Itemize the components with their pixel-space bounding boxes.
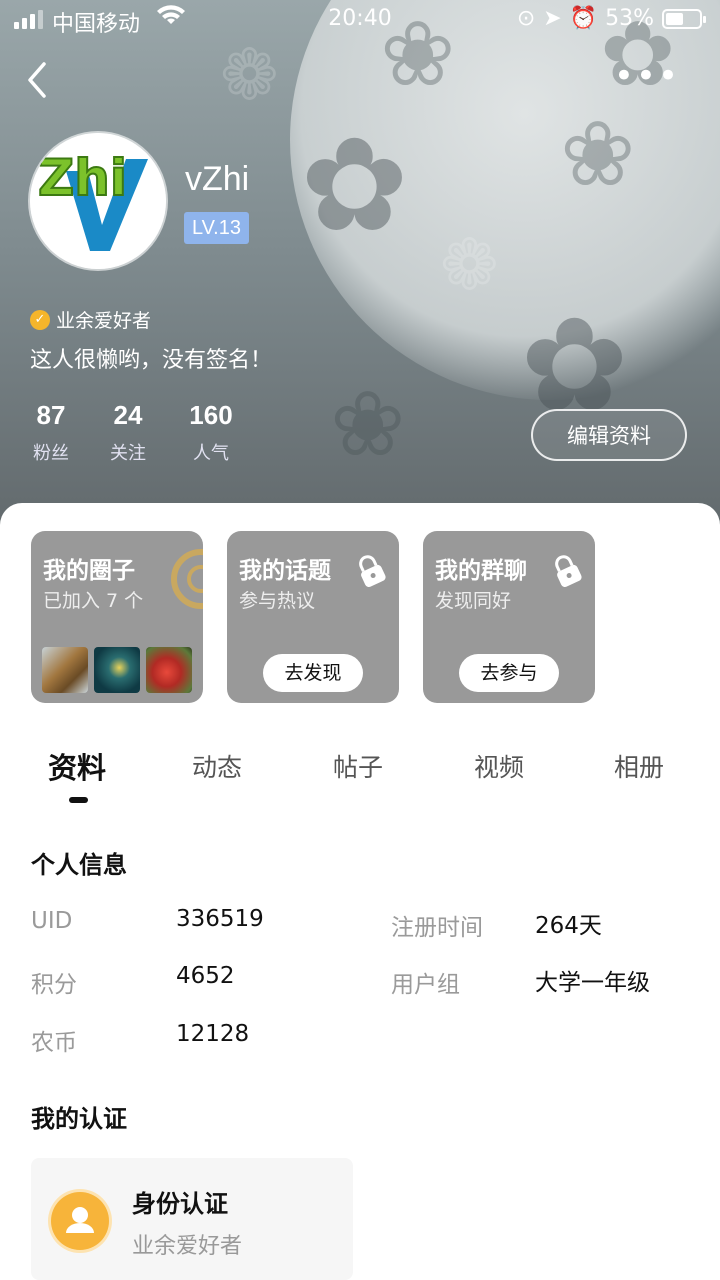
stat-label: 粉丝: [33, 443, 69, 464]
battery-icon: [662, 8, 706, 29]
rotation-lock-icon: ⊙: [516, 6, 536, 31]
discover-button[interactable]: 去发现: [263, 654, 363, 692]
card-title: 我的群聊: [435, 558, 527, 584]
circle-thumbnail: [42, 647, 88, 693]
card-subtitle: 发现同好: [435, 590, 512, 612]
card-my-topics[interactable]: 我的话题 参与热议 去发现: [227, 531, 399, 703]
flower-decoration: ✿: [300, 109, 409, 261]
lock-icon: [555, 555, 582, 588]
alarm-icon: ⏰: [569, 6, 598, 31]
stat-following[interactable]: 24 关注: [106, 400, 150, 465]
identity-certification-card[interactable]: 身份认证 业余爱好者: [31, 1158, 353, 1280]
circle-thumbnail: [94, 647, 140, 693]
flower-decoration: ❀: [560, 102, 636, 207]
circle-thumbnail: [146, 647, 192, 693]
info-value-registered: 264天: [535, 913, 602, 939]
join-button[interactable]: 去参与: [459, 654, 559, 692]
stat-popularity[interactable]: 160 人气: [184, 400, 238, 465]
cert-title: 身份认证: [132, 1190, 228, 1218]
card-subtitle: 已加入 7 个: [43, 590, 144, 612]
chevron-left-icon: [28, 62, 46, 98]
circle-ring-icon: [171, 549, 203, 609]
info-key-registered: 注册时间: [391, 915, 483, 941]
location-icon: ➤: [543, 6, 562, 31]
tab-albums[interactable]: 相册: [614, 748, 664, 784]
info-key-user-group: 用户组: [391, 972, 460, 998]
card-title: 我的圈子: [43, 558, 135, 584]
info-key-uid: UID: [31, 908, 73, 934]
lock-icon: [359, 555, 386, 588]
stat-label: 关注: [110, 443, 146, 464]
level-badge: LV.13: [184, 212, 249, 244]
profile-header: ✿ ✿ ❀ ✿ ❀ ❁ ❀ ❁: [0, 0, 720, 560]
user-title: ✓ 业余爱好者: [30, 306, 151, 333]
zhi-logo-avatar: Zhi: [30, 133, 166, 269]
ellipsis-icon: •••: [613, 56, 680, 96]
user-icon: [51, 1192, 109, 1250]
personal-info-heading: 个人信息: [31, 851, 127, 879]
card-title: 我的话题: [239, 558, 331, 584]
stat-number: 24: [113, 400, 143, 430]
tab-activity[interactable]: 动态: [192, 748, 242, 784]
tab-videos[interactable]: 视频: [474, 748, 524, 784]
verified-badge-icon: ✓: [30, 309, 50, 330]
certification-heading: 我的认证: [31, 1105, 127, 1133]
info-key-coins: 农币: [31, 1030, 77, 1056]
flower-decoration: ❁: [440, 224, 499, 306]
status-bar: 中国移动 20:40 ⊙ ➤ ⏰ 53%: [0, 0, 720, 40]
info-key-points: 积分: [31, 972, 77, 998]
battery-percent: 53%: [605, 6, 654, 31]
username: vZhi: [185, 160, 250, 198]
tab-profile[interactable]: 资料: [48, 745, 106, 787]
flower-decoration: ❀: [330, 372, 406, 477]
more-options-button[interactable]: •••: [614, 59, 680, 93]
info-value-points: 4652: [176, 963, 235, 989]
info-value-uid: 336519: [176, 906, 264, 932]
avatar[interactable]: Zhi: [30, 133, 166, 269]
stat-number: 160: [189, 400, 233, 430]
user-title-label: 业余爱好者: [56, 310, 152, 332]
info-value-user-group: 大学一年级: [535, 970, 650, 996]
card-my-circles[interactable]: 我的圈子 已加入 7 个: [31, 531, 203, 703]
stat-label: 人气: [193, 443, 229, 464]
card-subtitle: 参与热议: [239, 590, 316, 612]
card-my-group-chats[interactable]: 我的群聊 发现同好 去参与: [423, 531, 595, 703]
bio-text: 这人很懒哟，没有签名！: [30, 348, 273, 373]
svg-text:Zhi: Zhi: [38, 149, 127, 207]
tab-posts[interactable]: 帖子: [333, 748, 383, 784]
cert-subtitle: 业余爱好者: [132, 1234, 243, 1259]
edit-profile-button[interactable]: 编辑资料: [531, 409, 687, 461]
stat-number: 87: [36, 400, 66, 430]
active-tab-indicator: [69, 797, 88, 803]
profile-tabs: 资料 动态 帖子 视频 相册: [0, 748, 720, 808]
flower-decoration: ❁: [220, 34, 279, 116]
back-button[interactable]: [22, 60, 62, 100]
info-value-coins: 12128: [176, 1021, 250, 1047]
stat-followers[interactable]: 87 粉丝: [30, 400, 72, 465]
